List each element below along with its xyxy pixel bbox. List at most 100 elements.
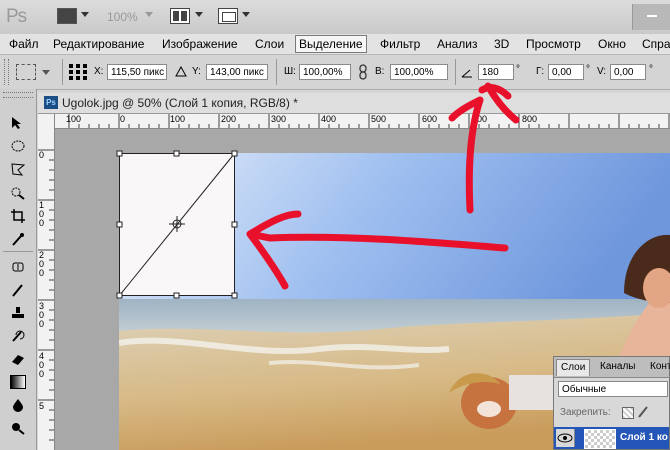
x-label: X:	[94, 66, 104, 77]
lock-transparency-icon[interactable]	[622, 407, 634, 419]
lasso-tool-icon[interactable]	[10, 162, 26, 176]
menu-layers[interactable]: Слои	[252, 36, 287, 52]
dodge-tool-icon[interactable]	[10, 421, 26, 435]
ruler-ticks	[68, 114, 670, 128]
ruler-label: 0	[39, 150, 45, 160]
ruler-label: 800	[522, 114, 538, 124]
vertical-skew-label: V:	[597, 66, 607, 77]
arrange-documents-icon[interactable]	[170, 8, 190, 24]
menu-3d[interactable]: 3D	[491, 36, 512, 52]
y-label: Y:	[192, 66, 201, 77]
history-brush-tool-icon[interactable]	[10, 329, 26, 343]
ruler-label: 4 0 0	[39, 351, 45, 379]
degree-unit: °	[649, 64, 653, 75]
x-position-field[interactable]: 115,50 пикс	[107, 64, 167, 80]
link-chain-icon[interactable]	[359, 64, 368, 80]
eye-icon	[557, 433, 573, 443]
ruler-label: 3 0 0	[39, 301, 45, 329]
menu-file[interactable]: Файл	[6, 36, 42, 52]
ruler-label: 400	[321, 114, 337, 124]
reference-point-icon[interactable]	[68, 63, 88, 81]
horizontal-skew-field[interactable]: 0,00	[548, 64, 584, 80]
quick-selection-tool-icon[interactable]	[10, 186, 26, 200]
menu-view[interactable]: Просмотр	[523, 36, 584, 52]
divider	[455, 59, 456, 85]
y-position-field[interactable]: 143,00 пикс	[206, 64, 268, 80]
menu-image[interactable]: Изображение	[159, 36, 241, 52]
divider	[276, 59, 277, 85]
tab-channels[interactable]: Каналы	[596, 359, 640, 375]
menu-analysis[interactable]: Анализ	[434, 36, 481, 52]
layer-row[interactable]: Слой 1 ко	[554, 427, 669, 449]
tab-layers[interactable]: Слои	[556, 359, 591, 376]
vertical-skew-field[interactable]: 0,00	[610, 64, 646, 80]
zoom-level[interactable]: 100%	[107, 10, 138, 24]
clone-stamp-tool-icon[interactable]	[10, 306, 26, 320]
chevron-down-icon[interactable]	[242, 12, 250, 17]
ruler-label: 2 0 0	[39, 250, 45, 278]
height-field[interactable]: 100,00%	[390, 64, 448, 80]
menu-help[interactable]: Справ	[639, 36, 670, 52]
crop-tool-icon[interactable]	[10, 209, 26, 223]
marquee-tool-icon[interactable]	[10, 139, 26, 153]
ruler-label: 5	[39, 401, 45, 411]
menu-edit[interactable]: Редактирование	[50, 36, 147, 52]
vertical-ruler[interactable]: 0 1 0 0 2 0 0 3 0 0 4 0 0 5	[38, 114, 55, 450]
ruler-label: 300	[271, 114, 287, 124]
layer-visibility-toggle[interactable]	[556, 429, 575, 447]
chevron-down-icon[interactable]	[145, 12, 153, 17]
blur-tool-icon[interactable]	[10, 398, 26, 412]
horizontal-ruler[interactable]: 100 0 100 200 300 400 500 600 700 800	[55, 114, 670, 129]
delta-icon[interactable]	[175, 65, 187, 77]
gradient-tool-icon[interactable]	[10, 375, 26, 389]
application-bar: Ps 100%	[0, 0, 670, 35]
degree-unit: °	[586, 64, 590, 75]
minimize-icon	[647, 15, 657, 17]
ruler-label: 600	[422, 114, 438, 124]
ruler-ticks	[38, 149, 54, 441]
document-tab[interactable]: Ps Ugolok.jpg @ 50% (Слой 1 копия, RGB/8…	[38, 93, 670, 114]
divider	[3, 251, 33, 252]
width-field[interactable]: 100,00%	[299, 64, 351, 80]
options-bar: X: 115,50 пикс Y: 143,00 пикс Ш: 100,00%…	[0, 55, 670, 90]
menu-window[interactable]: Окно	[595, 36, 629, 52]
photoshop-logo: Ps	[6, 6, 27, 27]
healing-brush-tool-icon[interactable]	[10, 260, 26, 274]
height-label: В:	[375, 66, 385, 77]
layer-thumbnail	[584, 429, 616, 449]
screen-mode-icon[interactable]	[218, 8, 238, 24]
layer-name: Слой 1 ко	[620, 432, 668, 443]
window-controls[interactable]	[632, 4, 670, 30]
grip-handle[interactable]	[4, 59, 9, 85]
rotation-angle-field[interactable]: 180	[478, 64, 514, 80]
eyedropper-tool-icon[interactable]	[10, 232, 26, 246]
arrange-pane-icon	[181, 11, 187, 21]
degree-unit: °	[516, 64, 520, 75]
move-tool-icon[interactable]	[10, 116, 26, 130]
transform-tool-icon[interactable]	[16, 64, 36, 80]
chevron-down-icon[interactable]	[42, 70, 50, 75]
eraser-tool-icon[interactable]	[10, 352, 26, 366]
ruler-label: 0	[120, 114, 126, 124]
gradient-swatch	[10, 375, 26, 389]
ruler-label: 1 0 0	[39, 200, 45, 228]
panel-grip[interactable]	[3, 92, 33, 98]
lock-label: Закрепить:	[560, 407, 611, 418]
lock-brush-icon[interactable]	[638, 406, 648, 418]
divider	[62, 59, 63, 85]
arrange-pane-icon	[173, 11, 179, 21]
tab-paths[interactable]: Конт	[646, 359, 670, 375]
rotate-angle-icon	[461, 67, 473, 78]
menu-select[interactable]: Выделение	[295, 35, 367, 53]
tools-panel	[0, 89, 37, 450]
film-strip-icon[interactable]	[57, 8, 77, 24]
ruler-label: 200	[221, 114, 237, 124]
brush-tool-icon[interactable]	[10, 283, 26, 297]
chevron-down-icon[interactable]	[81, 12, 89, 17]
chevron-down-icon[interactable]	[195, 12, 203, 17]
document-title: Ugolok.jpg @ 50% (Слой 1 копия, RGB/8) *	[62, 96, 298, 110]
transform-bounding-box[interactable]	[114, 149, 240, 301]
menu-filter[interactable]: Фильтр	[377, 36, 423, 52]
blend-mode-select[interactable]: Обычные	[558, 381, 668, 397]
width-label: Ш:	[284, 66, 296, 77]
